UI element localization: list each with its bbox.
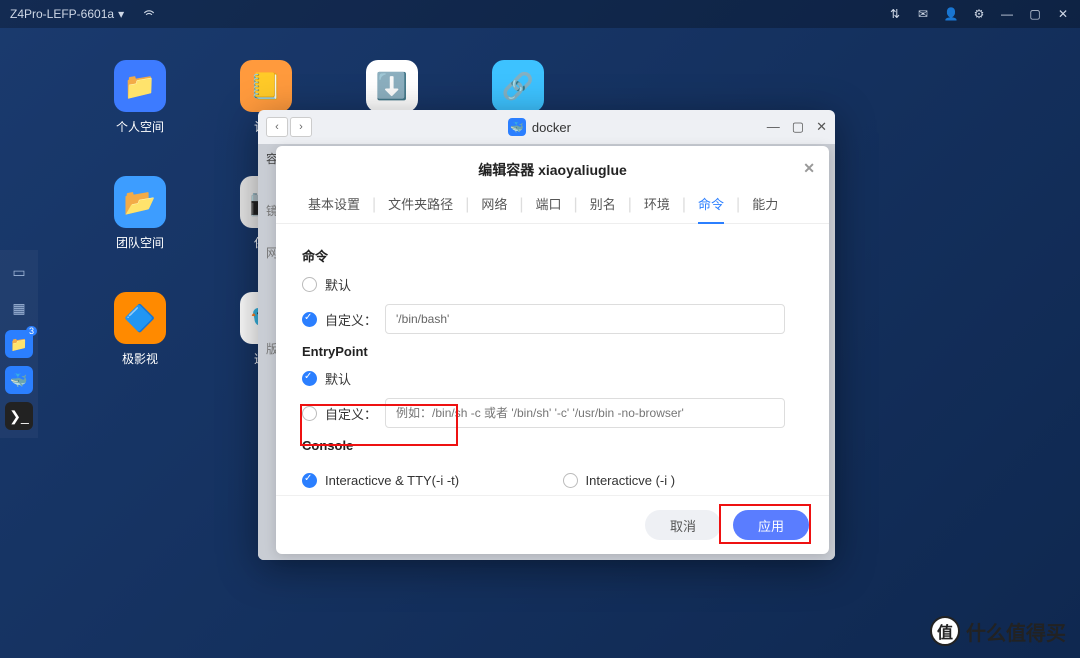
modal-form: 命令 默认 自定义： EntryPoint 默认 自定义： [276,224,829,495]
dock-docker-icon[interactable]: 🐳 [5,366,33,394]
apply-button[interactable]: 应用 [733,510,809,540]
cmd-default-radio[interactable] [302,277,317,292]
entry-default-radio[interactable] [302,371,317,386]
system-topbar: Z4Pro-LEFP-6601a▾ ⇅ ✉ 👤 ⚙ — ▢ ✕ [0,0,1080,28]
wifi-icon[interactable] [142,6,156,23]
dock-apps-icon[interactable]: ▦ [5,294,33,322]
tab-command[interactable]: 命令 [686,194,736,223]
dock-terminal-icon[interactable]: ❯_ [5,402,33,430]
cmd-custom-radio[interactable] [302,312,317,327]
docker-window: ‹ › 🐳 docker — ▢ ✕ 容器 镜 网 版本 atest 分钟 多 … [258,110,835,560]
watermark-badge-icon: 值 [930,616,960,646]
win-close-icon[interactable]: ✕ [816,119,827,135]
watermark: 值 什么值得买 [930,616,1066,646]
console-section-label: Console [302,438,803,453]
tab-alias[interactable]: 别名 [578,194,628,223]
device-name[interactable]: Z4Pro-LEFP-6601a▾ [10,7,124,21]
win-maximize-icon[interactable]: ▢ [792,119,804,135]
docker-logo-icon: 🐳 [508,118,526,136]
tab-capability[interactable]: 能力 [740,194,790,223]
modal-title: 编辑容器 xiaoyaliuglue [478,162,627,178]
entry-custom-label: 自定义： [325,404,377,423]
tab-basic[interactable]: 基本设置 [296,194,372,223]
nav-back-button[interactable]: ‹ [266,117,288,137]
tab-env[interactable]: 环境 [632,194,682,223]
dock-folder-icon[interactable]: 📁3 [5,330,33,358]
entry-custom-input[interactable] [385,398,785,428]
cmd-custom-input[interactable] [385,304,785,334]
console-i-radio[interactable] [563,473,578,488]
tab-paths[interactable]: 文件夹路径 [376,194,465,223]
mail-icon[interactable]: ✉ [916,7,930,21]
left-dock: ▭ ▦ 📁3 🐳 ❯_ [0,250,38,438]
cmd-default-label: 默认 [325,275,351,294]
console-it-radio[interactable] [302,473,317,488]
gear-icon[interactable]: ⚙ [972,7,986,21]
watermark-text: 什么值得买 [966,617,1066,646]
modal-close-icon[interactable]: ✕ [803,160,815,177]
cancel-button[interactable]: 取消 [645,510,721,540]
minimize-icon[interactable]: — [1000,7,1014,21]
console-it-label: Interacticve & TTY(-i -t) [325,473,459,488]
maximize-icon[interactable]: ▢ [1028,7,1042,21]
win-minimize-icon[interactable]: — [767,119,780,135]
nav-forward-button[interactable]: › [290,117,312,137]
modal-tabs: 基本设置| 文件夹路径| 网络| 端口| 别名| 环境| 命令| 能力 [276,194,829,224]
transfer-icon[interactable]: ⇅ [888,7,902,21]
window-titlebar: ‹ › 🐳 docker — ▢ ✕ [258,110,835,144]
console-i-label: Interacticve (-i ) [586,473,676,488]
user-icon[interactable]: 👤 [944,7,958,21]
dock-drive-icon[interactable]: ▭ [5,258,33,286]
edit-container-modal: 编辑容器 xiaoyaliuglue ✕ 基本设置| 文件夹路径| 网络| 端口… [276,146,829,554]
desktop-icon[interactable]: 🔷极影视 [80,292,200,402]
cmd-custom-label: 自定义： [325,310,377,329]
window-title: docker [532,120,571,135]
cmd-section-label: 命令 [302,246,803,265]
close-icon[interactable]: ✕ [1056,7,1070,21]
entrypoint-section-label: EntryPoint [302,344,803,359]
desktop-icon[interactable]: 📁个人空间 [80,60,200,170]
entry-custom-radio[interactable] [302,406,317,421]
tab-network[interactable]: 网络 [469,194,519,223]
desktop-icon[interactable]: 📂团队空间 [80,176,200,286]
entry-default-label: 默认 [325,369,351,388]
tab-ports[interactable]: 端口 [524,194,574,223]
